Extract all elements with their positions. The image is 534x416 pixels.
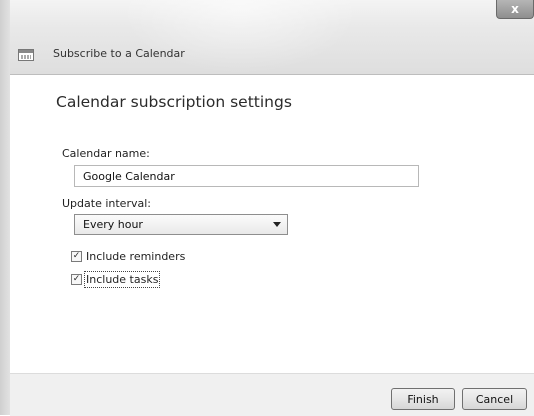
finish-button-label: Finish [407,392,439,406]
include-reminders-option[interactable]: ✓ Include reminders [71,249,185,263]
calendar-icon [18,49,34,61]
cancel-button-label: Cancel [475,392,514,406]
title-bar-glass [120,0,360,74]
dialog-window: Subscribe to a Calendar x Calendar subsc… [0,0,534,416]
include-reminders-label: Include reminders [86,249,186,263]
include-tasks-checkbox[interactable]: ✓ [71,273,82,285]
dialog-content: Calendar subscription settings Calendar … [10,74,534,416]
close-icon: x [511,2,519,16]
update-interval-value: Every hour [83,218,143,231]
window-border-left [0,0,10,415]
update-interval-label: Update interval: [62,197,151,210]
finish-button[interactable]: Finish [391,388,455,410]
include-reminders-checkbox[interactable]: ✓ [71,250,82,262]
page-title: Calendar subscription settings [56,93,292,111]
update-interval-label-text: Update interval: [62,197,151,210]
cancel-button[interactable]: Cancel [462,388,527,410]
dialog-footer: Finish Cancel [10,373,534,416]
title-bar[interactable]: Subscribe to a Calendar x [0,0,534,74]
include-tasks-label: Include tasks [83,270,161,288]
chevron-down-icon [273,222,281,227]
close-button[interactable]: x [496,0,534,19]
calendar-name-label: Calendar name: [62,147,150,160]
calendar-name-label-text: Calendar name: [62,147,150,160]
calendar-name-input[interactable]: Google Calendar [74,165,419,187]
include-tasks-option[interactable]: ✓ Include tasks [71,270,161,288]
update-interval-dropdown[interactable]: Every hour [74,214,288,235]
window-title: Subscribe to a Calendar [53,47,185,60]
